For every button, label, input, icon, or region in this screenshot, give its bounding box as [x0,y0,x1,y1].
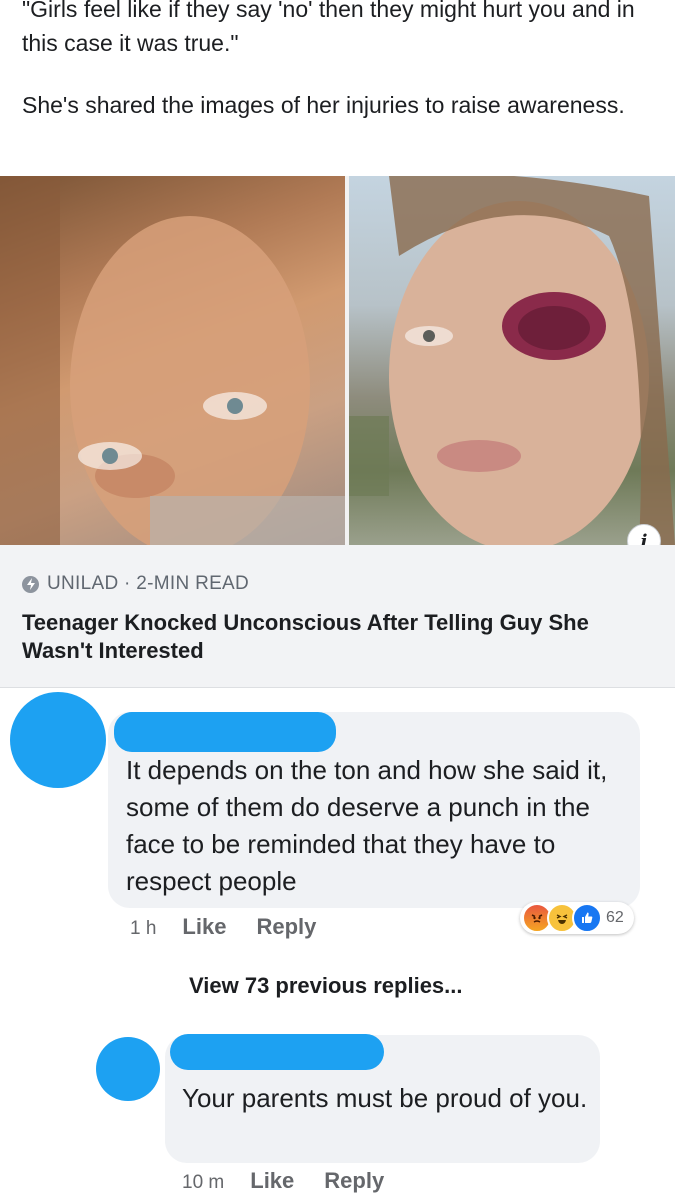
reaction-count: 62 [606,909,624,926]
like-button[interactable]: Like [250,1168,294,1194]
photo-before-illustration [0,176,345,545]
comment-actions: 1 h Like Reply [130,914,346,940]
link-preview-card[interactable]: UNILAD · 2-MIN READ Teenager Knocked Unc… [0,545,675,688]
avatar[interactable] [10,692,106,788]
post-text: "Girls feel like if they say 'no' then t… [22,0,662,122]
view-previous-replies-link[interactable]: View 73 previous replies... [189,973,463,999]
like-icon [572,903,602,933]
comment-time[interactable]: 10 m [182,1172,224,1194]
link-source: UNILAD · 2-MIN READ [22,573,249,595]
photo-before [0,176,345,545]
like-button[interactable]: Like [182,914,226,940]
comment-actions: 10 m Like Reply [182,1168,414,1194]
comment-text: It depends on the ton and how she said i… [126,755,608,896]
post-paragraph-summary: She's shared the images of her injuries … [22,92,625,118]
photo-after [349,176,675,545]
avatar[interactable] [96,1037,160,1101]
link-title[interactable]: Teenager Knocked Unconscious After Telli… [22,609,662,665]
redacted-commenter-name [170,1034,384,1070]
comment-time[interactable]: 1 h [130,918,156,940]
photo-after-illustration [349,176,675,545]
link-source-label: UNILAD · 2-MIN READ [47,573,250,594]
lightning-icon [22,575,39,593]
post-paragraph-quote: "Girls feel like if they say 'no' then t… [22,0,635,56]
article-photo[interactable] [0,176,675,545]
reaction-summary[interactable]: 62 [520,902,634,934]
comment-text: Your parents must be proud of you. [182,1083,588,1113]
reply-button[interactable]: Reply [324,1168,384,1194]
redacted-commenter-name [114,712,336,752]
reply-button[interactable]: Reply [256,914,316,940]
